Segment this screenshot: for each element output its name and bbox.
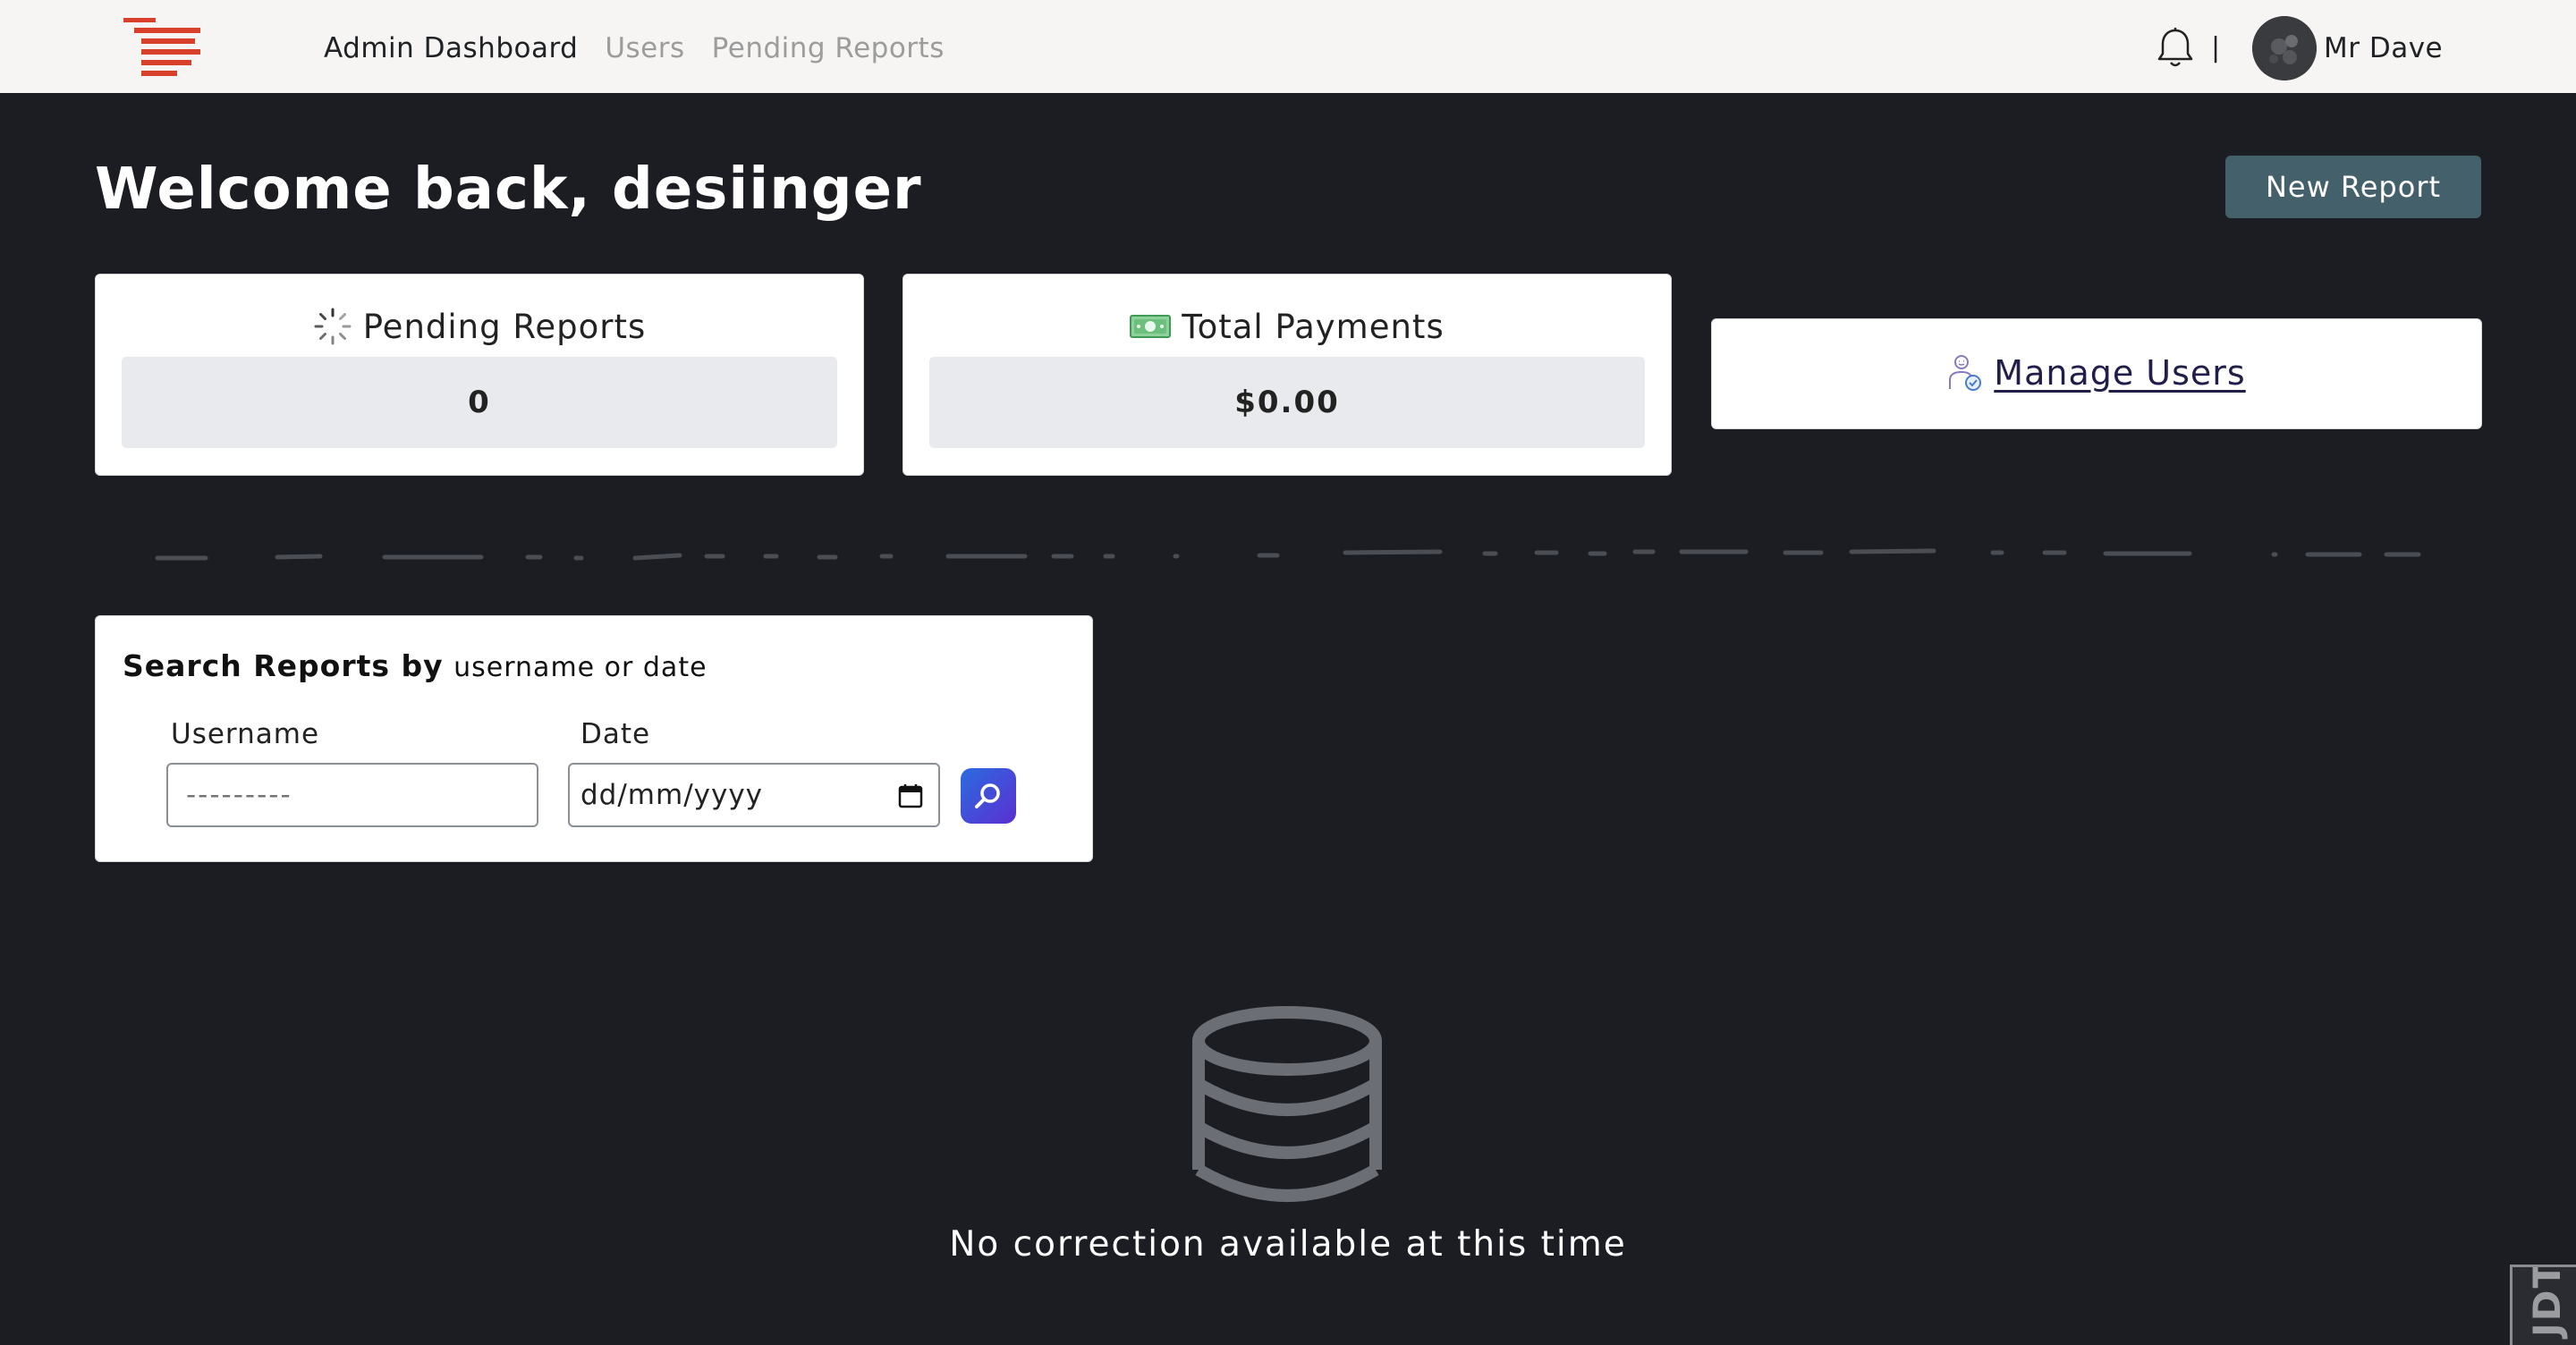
manage-users-label[interactable]: Manage Users — [1994, 353, 2245, 393]
corner-badge[interactable]: JDT — [2510, 1265, 2576, 1345]
username-input[interactable] — [166, 763, 538, 827]
empty-state-message: No correction available at this time — [949, 1224, 1627, 1265]
database-icon — [1192, 1006, 1382, 1202]
manage-users-card[interactable]: Manage Users — [1711, 318, 2482, 429]
section-divider — [155, 548, 2421, 561]
search-icon — [975, 783, 1000, 808]
nav-link-admin-dashboard[interactable]: Admin Dashboard — [324, 30, 578, 66]
nav-link-users[interactable]: Users — [605, 30, 684, 66]
username-label: Username — [171, 718, 320, 750]
search-reports-card: Search Reports by username or date Usern… — [95, 615, 1093, 862]
date-input[interactable]: dd/mm/yyyy — [568, 763, 940, 827]
money-icon — [1130, 315, 1172, 338]
calendar-icon[interactable] — [897, 782, 924, 809]
nav-separator: | — [2211, 32, 2221, 63]
spinner-icon — [314, 308, 352, 345]
search-button[interactable] — [961, 768, 1016, 824]
pending-reports-header: Pending Reports — [96, 300, 863, 353]
pending-reports-label: Pending Reports — [362, 307, 647, 346]
total-payments-label: Total Payments — [1182, 307, 1445, 346]
corner-badge-text: JDT — [2525, 1265, 2569, 1337]
search-title-bold: Search Reports by — [123, 648, 444, 683]
date-label: Date — [580, 718, 651, 750]
avatar-image — [2252, 16, 2317, 80]
pending-reports-card: Pending Reports 0 — [95, 274, 864, 476]
manage-users-link[interactable]: Manage Users — [1712, 346, 2481, 400]
total-payments-value: $0.00 — [929, 357, 1645, 448]
pending-reports-value: 0 — [122, 357, 837, 448]
total-payments-card: Total Payments $0.00 — [902, 274, 1672, 476]
logo-icon[interactable] — [123, 18, 200, 79]
nav-link-pending-reports[interactable]: Pending Reports — [712, 30, 945, 66]
search-title: Search Reports by username or date — [123, 648, 708, 683]
total-payments-header: Total Payments — [903, 300, 1671, 353]
user-name[interactable]: Mr Dave — [2324, 30, 2443, 66]
top-navbar: Admin Dashboard Users Pending Reports | … — [0, 0, 2576, 93]
bell-icon[interactable] — [2156, 27, 2195, 70]
nav-links: Admin Dashboard Users Pending Reports — [324, 30, 945, 66]
avatar[interactable] — [2252, 16, 2317, 80]
user-check-icon — [1949, 355, 1982, 391]
new-report-button[interactable]: New Report — [2225, 156, 2481, 218]
date-placeholder: dd/mm/yyyy — [580, 779, 764, 811]
page-title: Welcome back, desiinger — [95, 156, 922, 223]
search-title-subtitle: username or date — [453, 652, 708, 683]
